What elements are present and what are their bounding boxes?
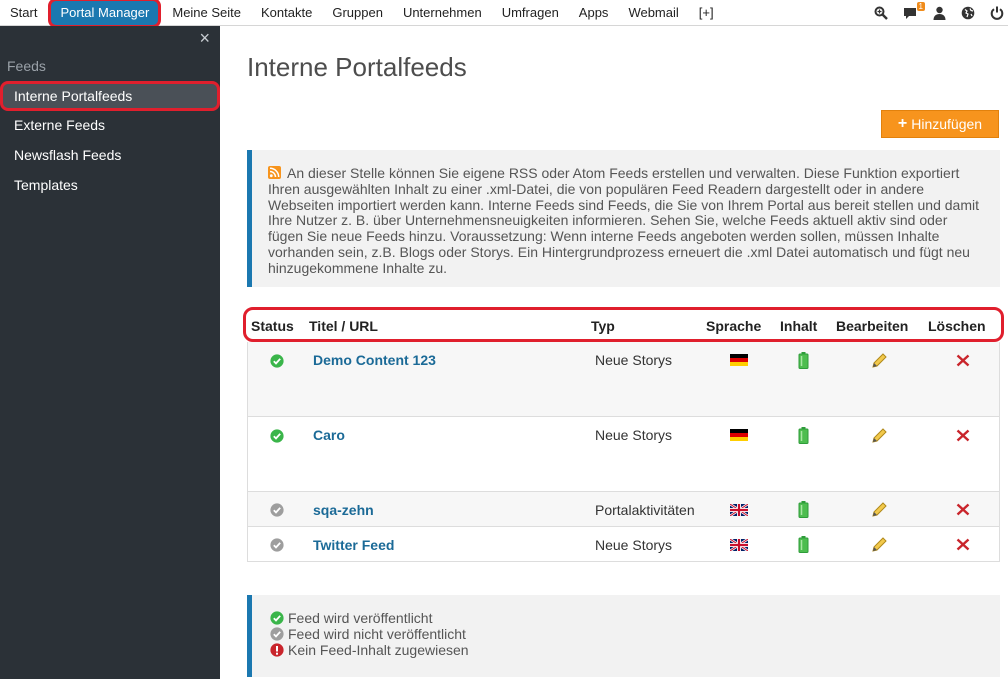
unpublished-status-icon (270, 627, 284, 641)
add-feed-button-label: Hinzufügen (911, 116, 983, 132)
table-row: sqa-zehn Portalaktivitäten (247, 492, 1000, 527)
legend-label: Feed wird nicht veröffentlicht (288, 626, 466, 642)
header-edit: Bearbeiten (836, 318, 909, 334)
sidebar-item-interne-portalfeeds[interactable]: Interne Portalfeeds (0, 81, 220, 111)
table-row: Caro Neue Storys (247, 417, 1000, 492)
battery-icon (798, 501, 809, 521)
legend-label: Kein Feed-Inhalt zugewiesen (288, 642, 469, 658)
delete-icon[interactable] (956, 429, 970, 445)
plus-icon: + (897, 115, 908, 132)
feeds-table: Status Titel / URL Typ Sprache Inhalt Be… (243, 307, 1004, 562)
feed-type: Portalaktivitäten (595, 502, 695, 518)
status-legend: Feed wird veröffentlicht Feed wird nicht… (247, 595, 1000, 677)
delete-icon[interactable] (956, 354, 970, 370)
nav-umfragen[interactable]: Umfragen (492, 0, 569, 26)
table-header: Status Titel / URL Typ Sprache Inhalt Be… (243, 307, 1004, 342)
main-content: Interne Portalfeeds + Hinzufügen An dies… (220, 26, 1008, 679)
feed-title-link[interactable]: Demo Content 123 (313, 352, 436, 368)
info-box: An dieser Stelle können Sie eigene RSS o… (247, 150, 1000, 287)
nav-portal-manager[interactable]: Portal Manager (48, 0, 162, 28)
sidebar-section-heading: Feeds (7, 58, 46, 74)
edit-pencil-icon[interactable] (871, 352, 888, 372)
published-status-icon (270, 611, 284, 625)
uk-flag-icon (729, 502, 749, 519)
unpublished-status-icon (270, 538, 284, 555)
nav-meine-seite[interactable]: Meine Seite (162, 0, 251, 26)
legend-item: Feed wird nicht veröffentlicht (270, 626, 1000, 642)
battery-icon (798, 352, 809, 372)
legend-label: Feed wird veröffentlicht (288, 610, 433, 626)
globe-icon[interactable] (957, 2, 979, 24)
nav-kontakte[interactable]: Kontakte (251, 0, 322, 26)
user-icon[interactable] (928, 2, 950, 24)
edit-pencil-icon[interactable] (871, 427, 888, 447)
notifications-icon[interactable]: 1 (899, 2, 925, 24)
table-row: Twitter Feed Neue Storys (247, 527, 1000, 562)
nav-unternehmen[interactable]: Unternehmen (393, 0, 492, 26)
edit-pencil-icon[interactable] (871, 501, 888, 521)
header-type[interactable]: Typ (591, 318, 615, 334)
info-text: An dieser Stelle können Sie eigene RSS o… (268, 165, 980, 276)
legend-item: Kein Feed-Inhalt zugewiesen (270, 642, 1000, 658)
feed-type: Neue Storys (595, 352, 673, 368)
nav-gruppen[interactable]: Gruppen (322, 0, 393, 26)
page-title: Interne Portalfeeds (247, 52, 467, 82)
nav-start[interactable]: Start (0, 0, 47, 26)
uk-flag-icon (729, 537, 749, 554)
feed-title-link[interactable]: Twitter Feed (313, 537, 394, 553)
power-icon[interactable] (986, 2, 1008, 24)
published-status-icon (270, 354, 284, 371)
rss-icon (268, 166, 281, 179)
sidebar-close-icon[interactable]: × (199, 29, 210, 47)
top-navigation: Start Portal Manager Meine Seite Kontakt… (0, 0, 1008, 28)
nav-apps[interactable]: Apps (569, 0, 619, 26)
header-delete: Löschen (928, 318, 986, 334)
sidebar-item-newsflash-feeds[interactable]: Newsflash Feeds (0, 140, 220, 170)
nav-more[interactable]: [+] (689, 0, 724, 26)
nav-webmail[interactable]: Webmail (618, 0, 688, 26)
header-status[interactable]: Status (251, 318, 294, 334)
notification-badge: 1 (916, 2, 925, 11)
sidebar: × Feeds Interne Portalfeeds Externe Feed… (0, 26, 220, 679)
header-language[interactable]: Sprache (706, 318, 761, 334)
error-status-icon (270, 643, 284, 657)
delete-icon[interactable] (956, 538, 970, 554)
delete-icon[interactable] (956, 503, 970, 519)
search-icon[interactable] (870, 2, 892, 24)
header-title[interactable]: Titel / URL (309, 318, 378, 334)
de-flag-icon (730, 353, 748, 369)
battery-icon (798, 427, 809, 447)
feed-title-link[interactable]: Caro (313, 427, 345, 443)
sidebar-item-externe-feeds[interactable]: Externe Feeds (0, 110, 220, 140)
add-feed-button[interactable]: + Hinzufügen (881, 110, 999, 138)
feed-type: Neue Storys (595, 427, 673, 443)
unpublished-status-icon (270, 503, 284, 520)
sidebar-item-templates[interactable]: Templates (0, 170, 220, 200)
feed-type: Neue Storys (595, 537, 673, 553)
table-row: Demo Content 123 Neue Storys (247, 342, 1000, 417)
edit-pencil-icon[interactable] (871, 536, 888, 556)
de-flag-icon (730, 428, 748, 444)
header-content: Inhalt (780, 318, 818, 334)
legend-item: Feed wird veröffentlicht (270, 610, 1000, 626)
published-status-icon (270, 429, 284, 446)
feed-title-link[interactable]: sqa-zehn (313, 502, 374, 518)
battery-icon (798, 536, 809, 556)
